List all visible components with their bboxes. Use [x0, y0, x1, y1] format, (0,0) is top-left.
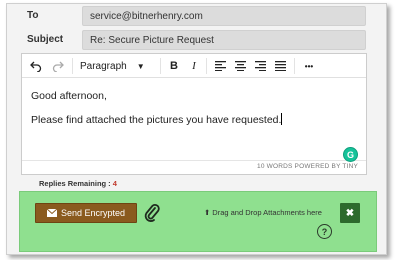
- align-left-button[interactable]: [212, 57, 228, 75]
- message-editor[interactable]: Paragraph ▼ B I ••• Good afternoon, Plea…: [21, 53, 367, 175]
- body-text: Please find attached the pictures you ha…: [31, 114, 282, 126]
- format-select[interactable]: Paragraph ▼: [80, 57, 156, 75]
- grammarly-icon[interactable]: G: [343, 147, 358, 162]
- text-cursor: [281, 113, 283, 125]
- subject-label: Subject: [27, 34, 64, 45]
- toolbar-divider: [294, 58, 295, 74]
- envelope-icon: [46, 209, 57, 217]
- help-icon[interactable]: ?: [317, 224, 332, 239]
- to-row: To service@bitnerhenry.com: [7, 4, 386, 30]
- align-justify-icon: [274, 61, 286, 71]
- editor-content[interactable]: Good afternoon, Please find attached the…: [31, 90, 283, 137]
- undo-button[interactable]: [28, 57, 44, 75]
- toolbar-divider: [206, 58, 207, 74]
- subject-field[interactable]: Re: Secure Picture Request: [82, 30, 366, 50]
- redo-button[interactable]: [50, 57, 66, 75]
- close-button[interactable]: ✖: [340, 203, 360, 223]
- send-encrypted-button[interactable]: Send Encrypted: [35, 203, 137, 223]
- align-left-icon: [214, 61, 226, 71]
- replies-count: 4: [112, 179, 117, 188]
- bold-button[interactable]: B: [166, 57, 182, 75]
- undo-icon: [30, 61, 42, 72]
- send-encrypted-label: Send Encrypted: [60, 208, 126, 218]
- word-count: 10 WORDS POWERED BY TINY: [257, 163, 358, 170]
- align-center-button[interactable]: [232, 57, 248, 75]
- more-button[interactable]: •••: [300, 57, 318, 75]
- toolbar-divider: [160, 58, 161, 74]
- align-right-icon: [254, 61, 266, 71]
- chevron-down-icon: ▼: [136, 61, 145, 71]
- align-justify-button[interactable]: [272, 57, 288, 75]
- editor-toolbar: Paragraph ▼ B I •••: [22, 54, 366, 78]
- redo-icon: [52, 61, 64, 72]
- editor-statusbar: 10 WORDS POWERED BY TINY: [22, 160, 366, 174]
- align-center-icon: [234, 61, 246, 71]
- align-right-button[interactable]: [252, 57, 268, 75]
- format-select-value: Paragraph: [80, 60, 127, 72]
- attachment-drop-zone[interactable]: Send Encrypted ⬆ Drag and Drop Attachment…: [19, 191, 377, 252]
- to-field[interactable]: service@bitnerhenry.com: [82, 6, 366, 26]
- replies-label: Replies Remaining :: [39, 179, 111, 188]
- toolbar-divider: [72, 58, 73, 74]
- italic-button[interactable]: I: [186, 57, 202, 75]
- reply-panel: To service@bitnerhenry.com Subject Re: S…: [6, 3, 387, 255]
- replies-remaining: Replies Remaining : 4: [39, 179, 117, 188]
- paperclip-icon[interactable]: [144, 202, 160, 224]
- drag-drop-hint: ⬆ Drag and Drop Attachments here: [204, 208, 322, 217]
- subject-row: Subject Re: Secure Picture Request: [7, 28, 386, 54]
- greeting-text: Good afternoon,: [31, 90, 107, 102]
- upload-icon: ⬆: [204, 208, 211, 217]
- body-paragraph: Please find attached the pictures you ha…: [31, 113, 283, 126]
- drag-drop-label: Drag and Drop Attachments here: [212, 208, 322, 217]
- to-label: To: [27, 10, 39, 21]
